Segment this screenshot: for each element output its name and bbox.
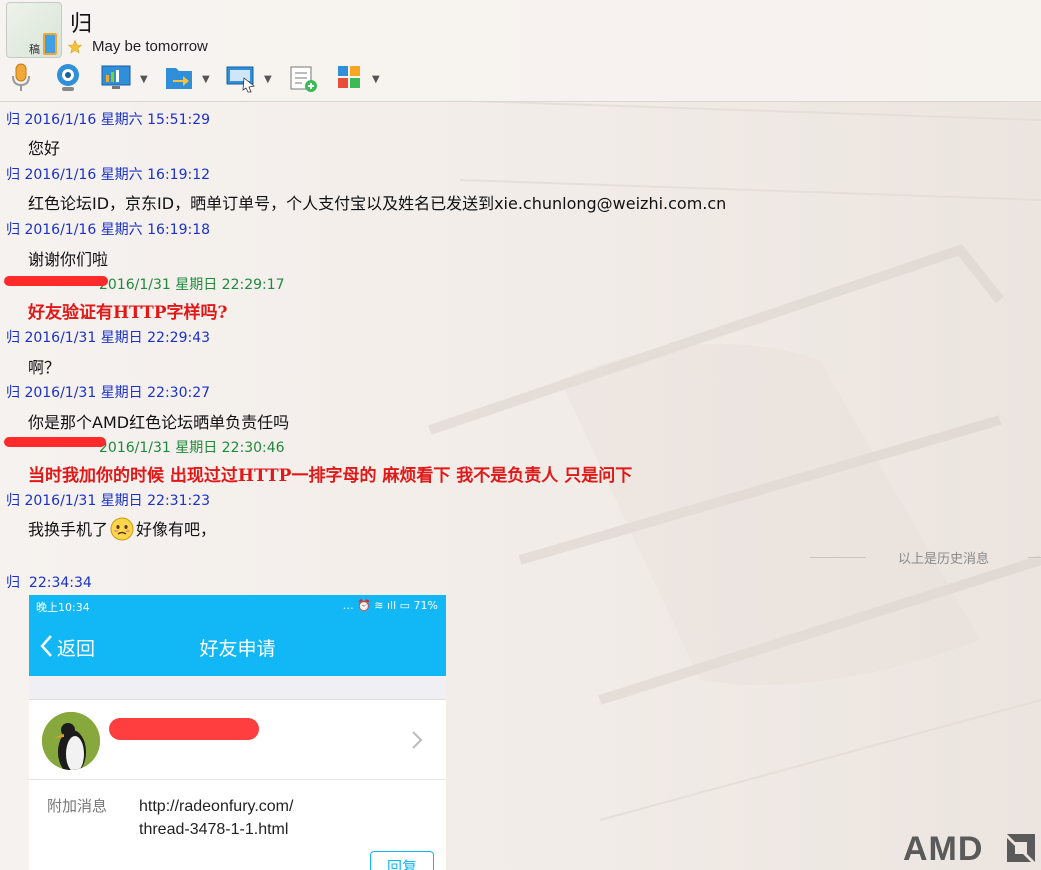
message-text: 您好 [28, 139, 61, 158]
apps-icon[interactable] [336, 62, 364, 94]
star-icon [68, 40, 82, 54]
microphone-icon[interactable] [8, 62, 34, 94]
image-attachment[interactable]: 晚上10:34 … ⏰ ≋ ıll ▭ 71% 返回 好友申请 附加消息 htt… [29, 595, 446, 870]
amd-logo: AMD [903, 830, 1037, 868]
message-list[interactable]: 归 2016/1/16 星期六 15:51:29 您好 归 2016/1/16 … [0, 102, 1041, 870]
contact-avatar[interactable]: 稿 [6, 2, 62, 58]
history-divider: 以上是历史消息 [810, 548, 1041, 568]
phone-icon [43, 33, 57, 55]
redaction-mark [109, 718, 259, 740]
contact-name[interactable]: 归 [70, 6, 92, 38]
chevron-down-icon[interactable]: ▼ [140, 74, 148, 85]
chat-header: 稿 归 May be tomorrow ▼ ▼ ▼ ▼ [0, 0, 1041, 102]
message-text: 你是那个AMD红色论坛晒单负责任吗 [28, 413, 290, 432]
requester-row [29, 700, 446, 780]
chevron-down-icon[interactable]: ▼ [372, 74, 380, 85]
message-text: 啊？ [28, 358, 61, 377]
file-transfer-icon[interactable] [164, 62, 194, 94]
new-note-icon[interactable] [289, 62, 319, 94]
message-header: 归 2016/1/16 星期六 16:19:12 [6, 167, 211, 183]
avatar-mark: 稿 [29, 43, 40, 56]
message-header: 归 2016/1/16 星期六 16:19:18 [6, 222, 211, 238]
chevron-down-icon[interactable]: ▼ [202, 74, 210, 85]
redaction-mark [4, 437, 106, 447]
chevron-down-icon[interactable]: ▼ [264, 74, 272, 85]
webcam-icon[interactable] [54, 62, 82, 94]
message-header: 归 2016/1/31 星期日 22:31:23 [6, 493, 211, 509]
chevron-right-icon [412, 731, 423, 749]
toolbar: ▼ ▼ ▼ ▼ [0, 62, 420, 96]
message-header: 归 22:34:34 [6, 575, 92, 591]
phone-status-bar: 晚上10:34 … ⏰ ≋ ıll ▭ 71% [29, 595, 446, 617]
remote-desktop-icon[interactable] [226, 62, 256, 94]
embarrassed-emoji-icon [110, 517, 134, 541]
contact-signature: May be tomorrow [92, 38, 208, 55]
redaction-mark [4, 276, 108, 286]
message-text: 红色论坛ID，京东ID，晒单订单号，个人支付宝以及姓名已发送到xie.chunl… [28, 194, 727, 213]
message-header: 2016/1/31 星期日 22:29:17 [99, 277, 285, 293]
status-time: 晚上10:34 [36, 601, 90, 614]
requester-avatar [42, 712, 100, 770]
message-text: 当时我加你的时候 出现过过HTTP一排字母的 麻烦看下 我不是负责人 只是问下 [28, 466, 633, 486]
message-text: 好友验证有HTTP字样吗? [28, 303, 228, 323]
extra-message-label: 附加消息 [47, 797, 108, 815]
screen-title: 好友申请 [199, 638, 276, 660]
message-header: 归 2016/1/31 星期日 22:29:43 [6, 330, 211, 346]
message-text: 谢谢你们啦 [28, 250, 109, 269]
message-text: 我换手机了 好像有吧， [28, 516, 216, 541]
screen-share-icon[interactable] [101, 62, 131, 94]
message-header: 2016/1/31 星期日 22:30:46 [99, 440, 285, 456]
message-header: 归 2016/1/31 星期日 22:30:27 [6, 385, 211, 401]
phone-nav-bar: 返回 好友申请 [29, 617, 446, 676]
message-header: 归 2016/1/16 星期六 15:51:29 [6, 112, 211, 128]
reply-button: 回复 [370, 851, 434, 870]
extra-message-value: http://radeonfury.com/ thread-3478-1-1.h… [139, 798, 294, 838]
status-icons: … ⏰ ≋ ıll ▭ 71% [342, 599, 438, 612]
